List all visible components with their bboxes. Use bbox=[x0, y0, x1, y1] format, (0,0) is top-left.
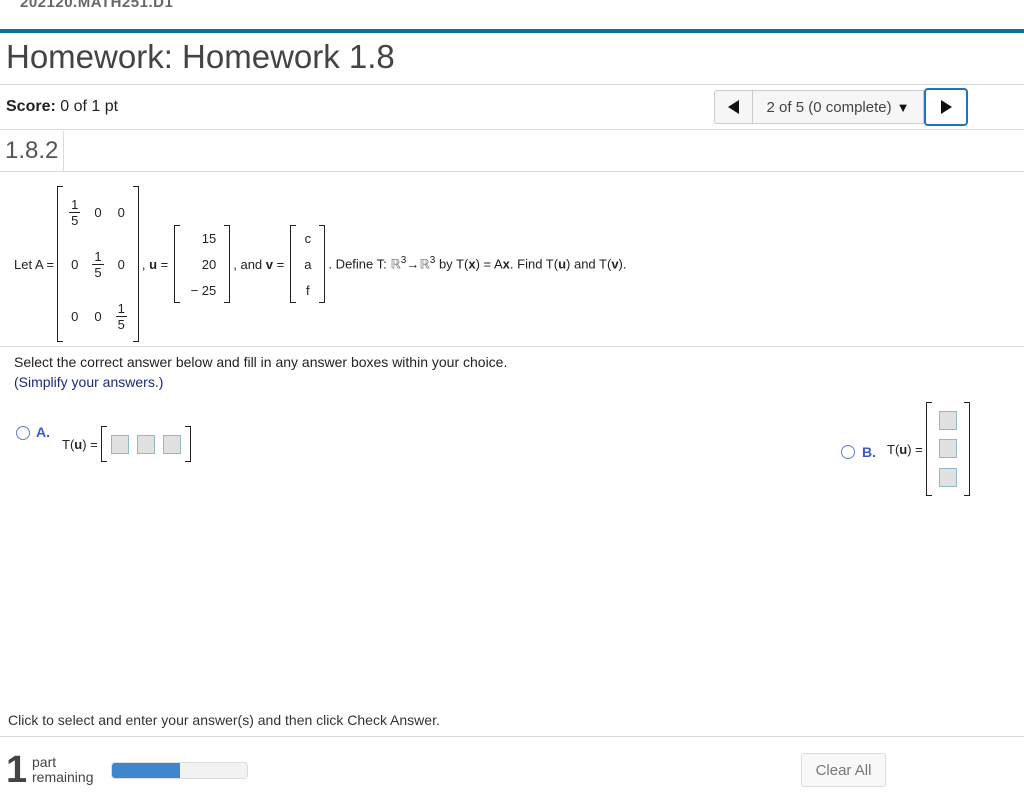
matrix-a-cell: 15 bbox=[115, 300, 127, 332]
divider bbox=[0, 84, 1024, 85]
answer-box[interactable] bbox=[162, 434, 181, 454]
vector-u-cell: − 25 bbox=[190, 282, 217, 298]
course-title: 202120.MATH251.D1 bbox=[20, 0, 174, 11]
next-question-button[interactable] bbox=[924, 88, 968, 126]
option-a-radio[interactable] bbox=[16, 426, 30, 440]
option-b-column-vector bbox=[925, 402, 970, 496]
vector-v-cell: a bbox=[304, 256, 312, 272]
score-label: Score: bbox=[6, 98, 56, 115]
question-navigation: 2 of 5 (0 complete) ▼ bbox=[714, 88, 968, 126]
simplify-hint: (Simplify your answers.) bbox=[14, 374, 164, 390]
answer-box[interactable] bbox=[938, 410, 957, 430]
answer-box[interactable] bbox=[938, 439, 957, 459]
option-b-expression: T(u) = bbox=[887, 402, 970, 496]
option-a[interactable]: A. bbox=[16, 424, 50, 440]
matrix-a-cell: 0 bbox=[94, 204, 102, 220]
question-number: 1.8.2 bbox=[5, 137, 59, 164]
caret-down-icon: ▼ bbox=[896, 99, 910, 115]
option-b-radio[interactable] bbox=[841, 445, 855, 459]
clear-all-button[interactable]: Clear All bbox=[801, 753, 886, 787]
vector-v-cell: f bbox=[306, 282, 310, 298]
vector-u-cell: 15 bbox=[201, 230, 217, 246]
option-b-lhs: T(u) = bbox=[887, 441, 923, 457]
answer-box[interactable] bbox=[136, 434, 155, 454]
score-value: 0 of 1 pt bbox=[60, 98, 119, 115]
answer-box[interactable] bbox=[938, 468, 957, 488]
matrix-a-cell: 15 bbox=[92, 248, 104, 280]
matrix-a-cell: 0 bbox=[94, 308, 102, 324]
question-position: 2 of 5 (0 complete) bbox=[766, 98, 892, 116]
vector-u-cell: 20 bbox=[201, 256, 217, 272]
vector-v-cell: c bbox=[304, 230, 312, 246]
option-b[interactable]: B. bbox=[841, 444, 876, 460]
footer-instruction: Click to select and enter your answer(s)… bbox=[8, 712, 440, 728]
divider bbox=[0, 129, 1024, 130]
triangle-left-icon bbox=[728, 100, 739, 114]
option-a-row-vector bbox=[100, 426, 191, 462]
vector-v: c a f bbox=[290, 225, 326, 303]
matrix-a: 15 0 0 0 15 0 0 0 15 bbox=[57, 186, 139, 342]
parts-remaining-label: part remaining bbox=[32, 754, 94, 785]
divider bbox=[0, 736, 1024, 737]
previous-question-button[interactable] bbox=[714, 90, 752, 124]
progress-bar-fill bbox=[112, 763, 180, 778]
option-a-lhs: T(u) = bbox=[62, 436, 98, 452]
option-b-letter: B. bbox=[862, 444, 876, 460]
page-title: Homework: Homework 1.8 bbox=[6, 38, 395, 75]
problem-text: . Define T: ℝ3→ℝ3 by T(x) = Ax. Find T(u… bbox=[328, 255, 627, 273]
progress-bar bbox=[111, 762, 248, 779]
matrix-a-cell: 0 bbox=[71, 256, 79, 272]
score: Score: 0 of 1 pt bbox=[6, 98, 118, 116]
parts-remaining-count: 1 bbox=[6, 749, 28, 791]
option-a-letter: A. bbox=[36, 424, 50, 440]
problem-statement: Let A = 15 0 0 0 15 0 0 0 15 , u = 15 20… bbox=[14, 186, 627, 342]
option-a-expression: T(u) = bbox=[62, 426, 191, 462]
triangle-right-icon bbox=[940, 100, 952, 114]
question-selector-dropdown[interactable]: 2 of 5 (0 complete) ▼ bbox=[752, 90, 924, 124]
u-label: , u = bbox=[141, 256, 169, 272]
matrix-a-cell: 0 bbox=[71, 308, 79, 324]
divider bbox=[0, 346, 1024, 347]
matrix-a-cell: 15 bbox=[69, 196, 81, 228]
matrix-a-cell: 0 bbox=[117, 256, 125, 272]
v-label: , and v = bbox=[233, 256, 285, 272]
vector-u: 15 20 − 25 bbox=[174, 225, 231, 303]
divider bbox=[63, 131, 64, 171]
instruction-text: Select the correct answer below and fill… bbox=[14, 354, 508, 370]
divider bbox=[0, 171, 1024, 172]
matrix-a-cell: 0 bbox=[117, 204, 125, 220]
answer-box[interactable] bbox=[110, 434, 129, 454]
let-a-label: Let A = bbox=[14, 256, 55, 272]
header-accent-bar bbox=[0, 29, 1024, 33]
